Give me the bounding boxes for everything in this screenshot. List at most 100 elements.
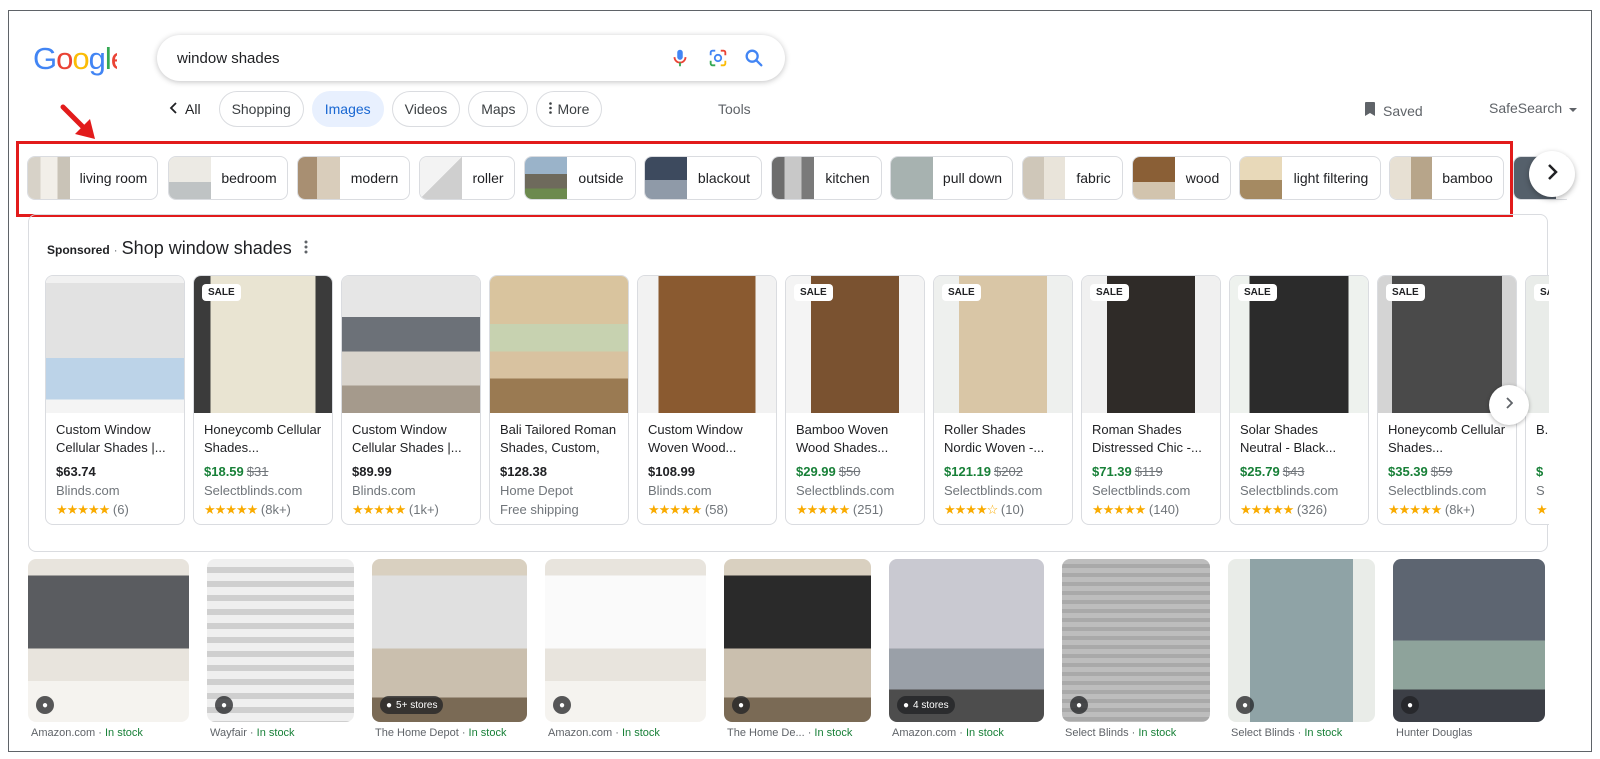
safesearch-dropdown[interactable]: SafeSearch xyxy=(1489,100,1578,116)
image-source[interactable]: Select Blinds · In stock xyxy=(1065,727,1176,739)
chip-roller[interactable]: roller xyxy=(419,156,515,200)
image-result[interactable]: ● 4 stores xyxy=(889,559,1044,722)
chip-wood[interactable]: wood xyxy=(1132,156,1231,200)
image-source[interactable]: The Home De... · In stock xyxy=(727,727,852,739)
image-result[interactable]: ● xyxy=(545,559,706,722)
image-result[interactable]: ● xyxy=(724,559,871,722)
search-box[interactable] xyxy=(157,35,785,81)
original-price: $43 xyxy=(1282,464,1305,479)
products-next-button[interactable] xyxy=(1489,385,1529,425)
product-rating: ★★★★★ (8k+) xyxy=(204,502,291,517)
chip-pull-down[interactable]: pull down xyxy=(890,156,1013,200)
search-input[interactable] xyxy=(177,47,657,69)
shopping-tag-icon: ● xyxy=(1236,696,1255,714)
mic-icon[interactable] xyxy=(669,47,691,69)
sale-badge: SALE xyxy=(1090,284,1129,301)
product-card[interactable]: Custom Window Cellular Shades |... $63.7… xyxy=(45,275,185,525)
image-source[interactable]: Amazon.com · In stock xyxy=(892,727,1004,739)
star-rating-icon: ★★★★★ xyxy=(1092,502,1146,517)
tab-more-label: More xyxy=(557,101,590,117)
tab-images[interactable]: Images xyxy=(311,91,384,127)
product-card[interactable]: SALE Bamboo Woven Wood Shades... $29.99 $… xyxy=(785,275,925,525)
image-result[interactable]: ● xyxy=(28,559,189,722)
svg-text:Google: Google xyxy=(33,41,117,76)
chip-living-room[interactable]: living room xyxy=(27,156,158,200)
image-result[interactable]: ● xyxy=(1393,559,1545,722)
product-carousel: Custom Window Cellular Shades |... $63.7… xyxy=(45,275,1549,537)
product-image xyxy=(46,276,184,413)
google-lens-icon[interactable] xyxy=(707,47,729,69)
chip-label: fabric xyxy=(1076,170,1111,186)
bookmark-icon xyxy=(1363,101,1377,120)
safesearch-label: SafeSearch xyxy=(1489,100,1563,116)
search-tabs: All Shopping Images Videos Maps More xyxy=(159,91,603,127)
product-shipping: Free shipping xyxy=(500,502,579,517)
image-source[interactable]: Select Blinds · In stock xyxy=(1231,727,1342,739)
tab-maps[interactable]: Maps xyxy=(468,91,529,127)
product-image: SALE xyxy=(194,276,332,413)
image-result[interactable]: ● xyxy=(1062,559,1210,722)
product-image: SALE xyxy=(1082,276,1220,413)
google-logo-mark: Google xyxy=(33,41,128,76)
chip-blackout[interactable]: blackout xyxy=(644,156,762,200)
google-logo[interactable]: Google xyxy=(33,41,128,85)
chevron-left-icon xyxy=(169,101,179,117)
product-card[interactable]: SALE Honeycomb Cellular Shades... $18.59… xyxy=(193,275,333,525)
product-title: B... W... xyxy=(1536,422,1549,437)
product-card[interactable]: Custom Window Woven Wood... $108.99 Blin… xyxy=(637,275,777,525)
chips-next-button[interactable] xyxy=(1529,151,1575,197)
image-result[interactable]: ● xyxy=(1228,559,1375,722)
tools-button[interactable]: Tools xyxy=(718,101,751,117)
product-title: Custom Window Cellular Shades |... xyxy=(352,422,462,455)
product-price: $121.19 $202 xyxy=(944,464,1023,479)
tab-all-label: All xyxy=(185,101,201,117)
product-card[interactable]: Bali Tailored Roman Shades, Custom, 9...… xyxy=(489,275,629,525)
chip-bedroom[interactable]: bedroom xyxy=(168,156,288,200)
saved-label: Saved xyxy=(1383,102,1423,119)
product-rating: ★★★★★ (8k+) xyxy=(1388,502,1475,517)
product-store: Selectblinds.com xyxy=(1092,483,1191,498)
chip-fabric[interactable]: fabric xyxy=(1022,156,1123,200)
shopping-tag-icon: ● xyxy=(36,696,55,714)
image-source[interactable]: Wayfair · In stock xyxy=(210,727,295,739)
product-card[interactable]: SALE Solar Shades Neutral - Black... $25… xyxy=(1229,275,1369,525)
product-title: Custom Window Cellular Shades |... xyxy=(56,422,166,455)
search-icon[interactable] xyxy=(743,47,765,69)
product-title: Bamboo Woven Wood Shades... xyxy=(796,422,889,455)
product-card[interactable]: Custom Window Cellular Shades |... $89.9… xyxy=(341,275,481,525)
chip-modern[interactable]: modern xyxy=(297,156,410,200)
star-rating-icon: ★★★★★ xyxy=(352,502,406,517)
image-result[interactable]: ● xyxy=(207,559,354,722)
image-source[interactable]: The Home Depot · In stock xyxy=(375,727,506,739)
product-card[interactable]: SALE Roller Shades Nordic Woven -... $12… xyxy=(933,275,1073,525)
image-source[interactable]: Amazon.com · In stock xyxy=(548,727,660,739)
sponsored-tag: Sponsored xyxy=(47,243,110,257)
chip-label: wood xyxy=(1185,170,1220,186)
more-options-icon[interactable] xyxy=(304,240,308,259)
product-image: SALE xyxy=(934,276,1072,413)
product-card[interactable]: SALE Roman Shades Distressed Chic -... $… xyxy=(1081,275,1221,525)
star-rating-icon: ★★★★★ xyxy=(1240,502,1294,517)
tab-more[interactable]: More xyxy=(536,91,603,127)
chip-thumbnail xyxy=(772,157,814,199)
image-source[interactable]: Amazon.com · In stock xyxy=(31,727,143,739)
browser-viewport: Google xyxy=(8,10,1592,752)
saved-button[interactable]: Saved xyxy=(1363,101,1423,120)
sale-badge: SALE xyxy=(1386,284,1425,301)
tab-videos[interactable]: Videos xyxy=(391,91,461,127)
image-source[interactable]: Hunter Douglas xyxy=(1396,727,1472,739)
tab-shopping[interactable]: Shopping xyxy=(218,91,304,127)
original-price: $50 xyxy=(838,464,861,479)
sponsored-header: Sponsored · Shop window shades xyxy=(47,238,308,259)
tab-videos-label: Videos xyxy=(404,101,448,117)
chip-light-filtering[interactable]: light filtering xyxy=(1239,156,1381,200)
product-rating: ★★★★★ (251) xyxy=(796,502,884,517)
product-image xyxy=(490,276,628,413)
chip-thumbnail xyxy=(1023,157,1065,199)
chip-outside[interactable]: outside xyxy=(524,156,636,200)
chip-label: modern xyxy=(350,170,399,186)
chip-bamboo[interactable]: bamboo xyxy=(1389,156,1504,200)
chip-kitchen[interactable]: kitchen xyxy=(771,156,882,200)
image-result[interactable]: ● 5+ stores xyxy=(372,559,527,722)
tab-all[interactable]: All xyxy=(159,91,211,127)
